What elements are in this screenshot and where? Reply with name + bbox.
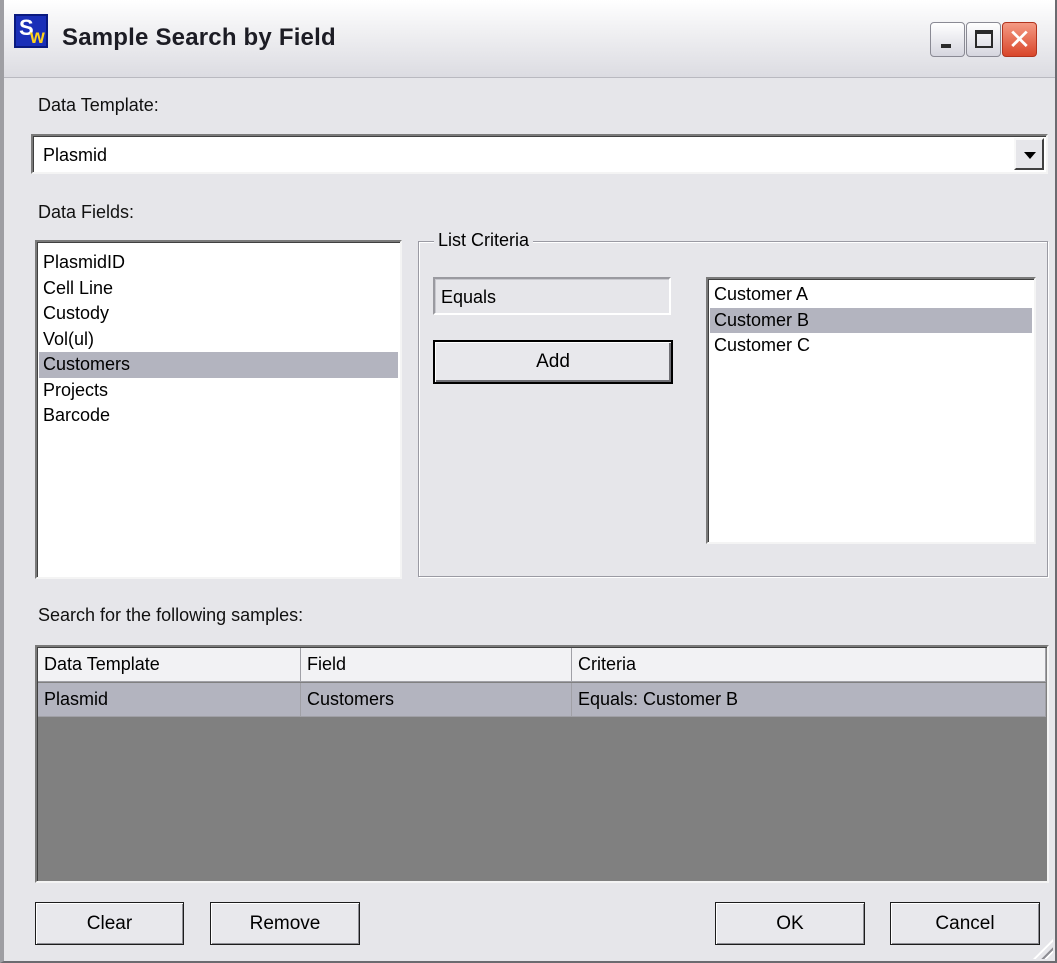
sample-search-dialog: Sw Sample Search by Field ✕ Data Templat…: [0, 0, 1057, 963]
list-item-selected[interactable]: Customer B: [710, 307, 1032, 333]
row-criteria-cell: Equals: Customer B: [572, 683, 1046, 716]
close-button[interactable]: ✕: [1002, 22, 1037, 57]
minimize-button[interactable]: [930, 22, 965, 57]
maximize-icon: [975, 30, 993, 48]
criteria-values-list[interactable]: Customer A Customer B Customer C: [706, 277, 1036, 544]
title-bar[interactable]: Sw Sample Search by Field ✕: [4, 0, 1055, 78]
row-field-cell: Customers: [301, 683, 572, 716]
clear-button[interactable]: Clear: [35, 902, 184, 945]
grid-header: Data Template Field Criteria: [38, 648, 1046, 682]
data-template-value: Plasmid: [43, 145, 108, 165]
dropdown-arrow-icon[interactable]: [1014, 138, 1044, 170]
list-item[interactable]: Customer C: [710, 333, 1032, 359]
search-criteria-grid[interactable]: Data Template Field Criteria Plasmid Cus…: [35, 645, 1049, 883]
minimize-icon: [941, 44, 951, 48]
app-icon: Sw: [14, 14, 48, 48]
remove-button[interactable]: Remove: [210, 902, 360, 945]
data-template-dropdown[interactable]: Plasmid: [31, 134, 1048, 174]
maximize-button[interactable]: [966, 22, 1001, 57]
data-fields-label: Data Fields:: [38, 202, 135, 222]
column-header-data-template[interactable]: Data Template: [38, 648, 301, 681]
list-item[interactable]: Custody: [39, 301, 398, 327]
search-samples-label: Search for the following samples:: [38, 605, 304, 625]
list-item[interactable]: Vol(ul): [39, 327, 398, 353]
table-row[interactable]: Plasmid Customers Equals: Customer B: [38, 683, 1046, 717]
data-template-label: Data Template:: [38, 95, 159, 115]
list-item[interactable]: Customer A: [710, 282, 1032, 308]
list-item[interactable]: Barcode: [39, 403, 398, 429]
close-icon: ✕: [1007, 24, 1032, 55]
list-item[interactable]: PlasmidID: [39, 250, 398, 276]
list-item[interactable]: Projects: [39, 378, 398, 404]
row-template-cell: Plasmid: [38, 683, 301, 716]
list-item[interactable]: Cell Line: [39, 276, 398, 302]
list-criteria-title: List Criteria: [434, 230, 534, 251]
cancel-button[interactable]: Cancel: [890, 902, 1040, 945]
criteria-operator-field: Equals: [433, 277, 671, 315]
ok-button[interactable]: OK: [715, 902, 865, 945]
window-title: Sample Search by Field: [62, 24, 336, 51]
data-fields-list[interactable]: PlasmidID Cell Line Custody Vol(ul) Cust…: [35, 240, 402, 579]
column-header-field[interactable]: Field: [301, 648, 572, 681]
add-button[interactable]: Add: [433, 340, 673, 384]
column-header-criteria[interactable]: Criteria: [572, 648, 1046, 681]
list-item-selected[interactable]: Customers: [39, 352, 398, 378]
